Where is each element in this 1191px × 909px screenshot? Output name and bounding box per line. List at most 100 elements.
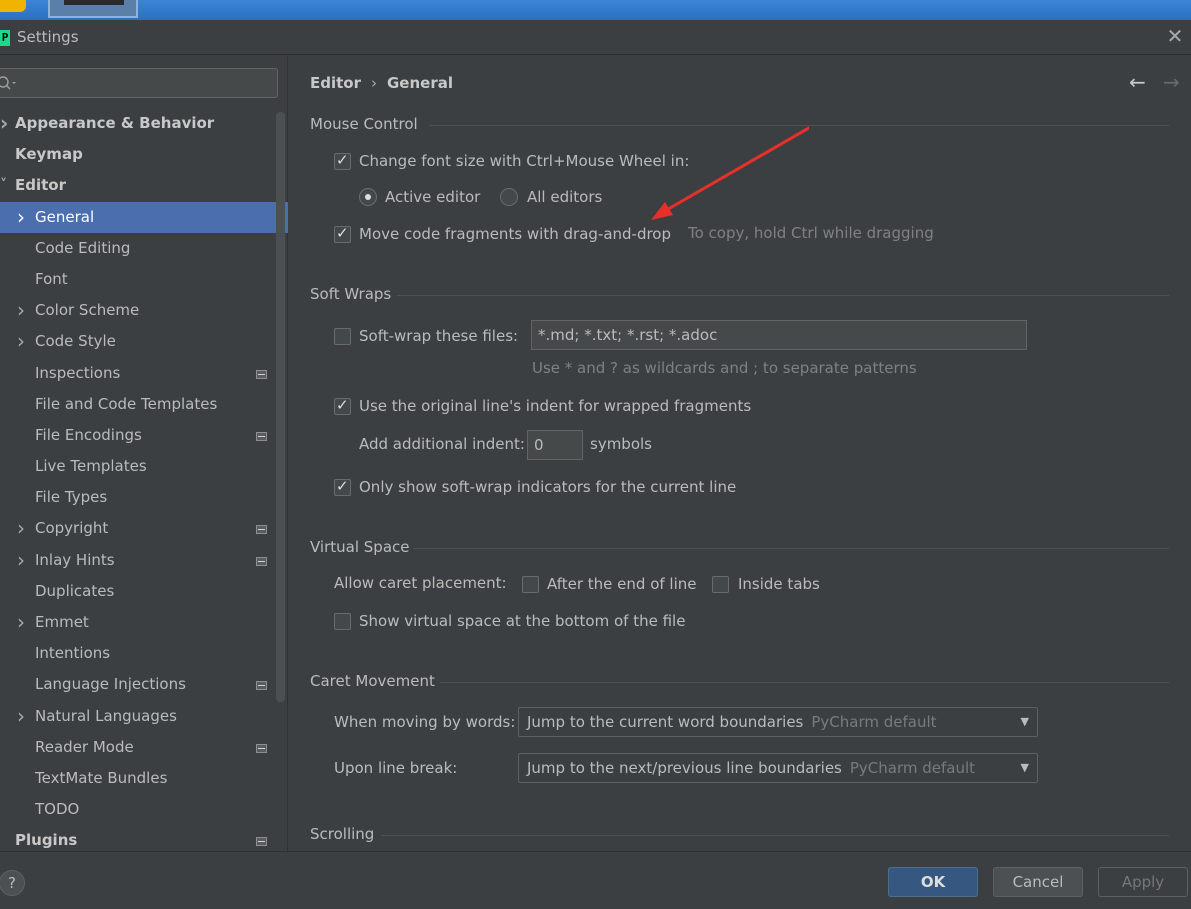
sidebar-item-label: TODO — [35, 800, 80, 819]
move-fragments-hint: To copy, hold Ctrl while dragging — [688, 224, 934, 242]
breadcrumb-current: General — [387, 74, 453, 92]
sidebar-item-natural-languages[interactable]: › Natural Languages — [0, 701, 288, 732]
title-bar: P Settings ✕ — [0, 20, 1191, 55]
project-level-icon — [256, 556, 267, 566]
cancel-button[interactable]: Cancel — [993, 867, 1083, 897]
chevron-down-icon[interactable]: ˅ — [0, 170, 7, 201]
all-editors-label: All editors — [527, 188, 603, 206]
move-fragments-label: Move code fragments with drag-and-drop — [359, 225, 672, 243]
moving-by-words-dropdown[interactable]: Jump to the current word boundaries PyCha… — [518, 707, 1038, 737]
close-icon[interactable]: ✕ — [1165, 26, 1185, 46]
breadcrumb-separator: › — [371, 74, 377, 92]
sidebar-item-label: File Encodings — [35, 425, 142, 444]
settings-search-input[interactable] — [19, 72, 269, 94]
section-divider — [397, 295, 1169, 296]
sidebar-item-emmet[interactable]: › Emmet — [0, 607, 288, 638]
sidebar-item-label: Natural Languages — [35, 706, 177, 725]
chevron-right-icon[interactable]: › — [0, 108, 8, 139]
sidebar-item-copyright[interactable]: › Copyright — [0, 513, 288, 544]
moving-by-words-label: When moving by words: — [334, 713, 516, 731]
show-virtual-space-checkbox[interactable] — [334, 613, 351, 630]
change-font-size-checkbox[interactable] — [334, 151, 351, 170]
sidebar-item-appearance-behavior[interactable]: › Appearance & Behavior — [0, 108, 288, 139]
dialog-button-bar: ? OK Cancel Apply — [0, 851, 1191, 909]
sidebar-item-language-injections[interactable]: Language Injections — [0, 669, 288, 700]
sidebar-item-label: Reader Mode — [35, 737, 134, 756]
section-title-mouse-control: Mouse Control — [310, 115, 418, 133]
sidebar-item-label: Inlay Hints — [35, 550, 115, 569]
active-editor-radio[interactable] — [359, 188, 377, 206]
chevron-right-icon[interactable]: › — [17, 326, 25, 357]
symbols-label: symbols — [590, 435, 652, 453]
sidebar-item-textmate-bundles[interactable]: TextMate Bundles — [0, 763, 288, 794]
apply-button[interactable]: Apply — [1098, 867, 1188, 897]
settings-search-box[interactable] — [0, 68, 278, 98]
sidebar-item-label: Emmet — [35, 613, 89, 631]
sidebar-item-inlay-hints[interactable]: › Inlay Hints — [0, 545, 288, 576]
sidebar-item-intentions[interactable]: Intentions — [0, 638, 288, 669]
chevron-right-icon[interactable]: › — [17, 295, 25, 326]
sidebar-item-label: Code Style — [35, 332, 116, 351]
sidebar-item-label: Keymap — [15, 145, 83, 164]
chevron-down-icon: ▼ — [1020, 715, 1029, 728]
sidebar-item-general[interactable]: › General — [0, 201, 288, 233]
sidebar-item-todo[interactable]: TODO — [0, 794, 288, 825]
chevron-right-icon[interactable]: › — [17, 202, 25, 233]
move-fragments-checkbox[interactable] — [334, 224, 351, 243]
line-break-default: PyCharm default — [849, 759, 976, 777]
chevron-down-icon: ▼ — [1020, 761, 1029, 774]
sidebar-item-color-scheme[interactable]: › Color Scheme — [0, 295, 288, 326]
sidebar-item-editor[interactable]: ˅ Editor — [0, 170, 288, 201]
sidebar-scrollbar[interactable] — [276, 112, 285, 702]
project-level-icon — [256, 525, 267, 535]
sidebar-item-reader-mode[interactable]: Reader Mode — [0, 732, 288, 763]
all-editors-radio[interactable] — [500, 188, 518, 206]
original-indent-checkbox[interactable] — [334, 396, 351, 415]
settings-sidebar: › Appearance & Behavior Keymap ˅ Editor › Gene… — [0, 56, 288, 851]
soft-wrap-patterns-hint: Use * and ? as wildcards and ; to separa… — [532, 359, 917, 377]
breadcrumb-parent[interactable]: Editor — [310, 74, 361, 92]
sidebar-item-label: Intentions — [35, 644, 111, 663]
soft-wrap-files-label: Soft-wrap these files: — [359, 327, 519, 345]
original-indent-label: Use the original line's indent for wrapp… — [359, 397, 752, 415]
line-break-dropdown[interactable]: Jump to the next/previous line boundarie… — [518, 753, 1038, 783]
chevron-right-icon[interactable]: › — [17, 545, 25, 576]
taskbar-window-thumb — [48, 0, 138, 18]
sidebar-item-file-encodings[interactable]: File Encodings — [0, 420, 288, 451]
sidebar-item-file-types[interactable]: File Types — [0, 482, 288, 513]
sidebar-item-live-templates[interactable]: Live Templates — [0, 451, 288, 482]
chevron-right-icon[interactable]: › — [17, 607, 25, 638]
sidebar-item-label: Editor — [15, 176, 66, 195]
inside-tabs-checkbox[interactable] — [712, 576, 729, 593]
help-button[interactable]: ? — [0, 870, 25, 896]
section-title-virtual-space: Virtual Space — [310, 538, 410, 556]
sidebar-item-code-style[interactable]: › Code Style — [0, 326, 288, 357]
sidebar-item-code-editing[interactable]: Code Editing — [0, 233, 288, 264]
sidebar-item-duplicates[interactable]: Duplicates — [0, 576, 288, 607]
inside-tabs-label: Inside tabs — [738, 575, 820, 593]
chevron-right-icon[interactable]: › — [17, 513, 25, 544]
only-show-indicators-checkbox[interactable] — [334, 477, 351, 496]
project-level-icon — [256, 837, 267, 847]
soft-wrap-patterns-input[interactable] — [531, 320, 1027, 350]
only-show-indicators-label: Only show soft-wrap indicators for the c… — [359, 478, 737, 496]
ok-button[interactable]: OK — [888, 867, 978, 897]
desktop-taskbar-strip — [0, 0, 1191, 20]
line-break-label: Upon line break: — [334, 759, 458, 777]
back-arrow-icon[interactable]: ← — [1129, 70, 1146, 94]
soft-wrap-files-checkbox[interactable] — [334, 328, 351, 345]
sidebar-item-font[interactable]: Font — [0, 264, 288, 295]
sidebar-item-label: File and Code Templates — [35, 394, 218, 413]
additional-indent-label: Add additional indent: — [359, 435, 525, 453]
section-divider — [440, 682, 1169, 683]
sidebar-item-inspections[interactable]: Inspections — [0, 358, 288, 389]
sidebar-item-keymap[interactable]: Keymap — [0, 139, 288, 170]
section-divider — [413, 548, 1169, 549]
moving-by-words-value: Jump to the current word boundaries — [527, 713, 804, 731]
sidebar-item-file-and-code-templates[interactable]: File and Code Templates — [0, 389, 288, 420]
search-icon[interactable] — [0, 73, 17, 93]
additional-indent-input[interactable] — [527, 430, 583, 460]
project-level-icon — [256, 369, 267, 379]
after-end-of-line-checkbox[interactable] — [522, 576, 539, 593]
chevron-right-icon[interactable]: › — [17, 701, 25, 732]
